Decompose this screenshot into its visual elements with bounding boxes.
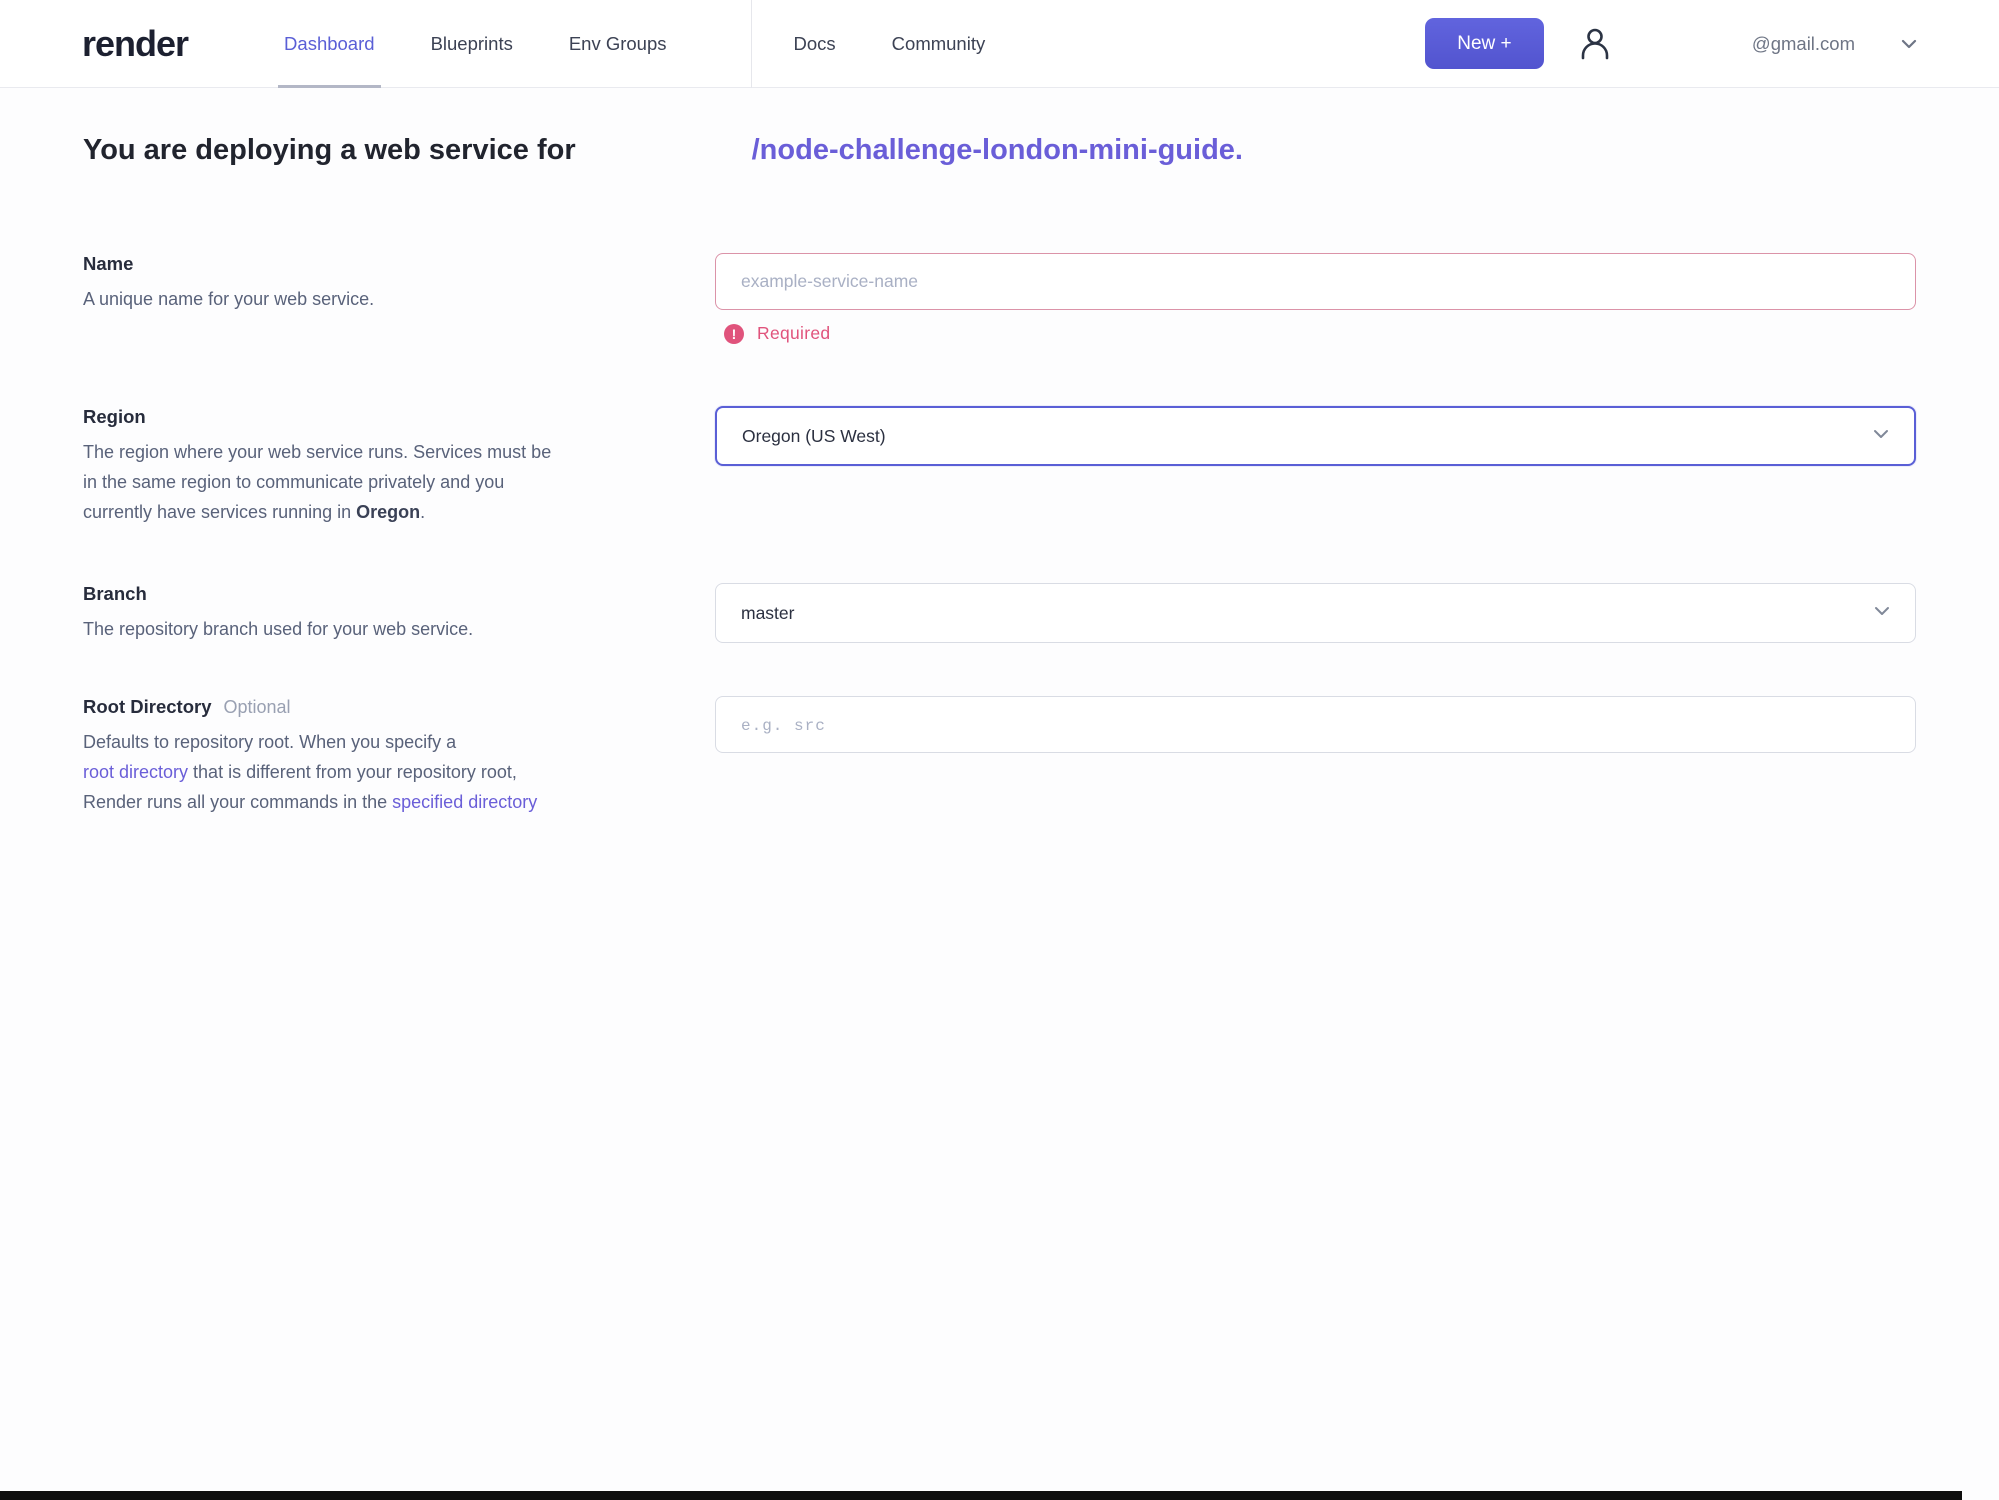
nav-item-dashboard[interactable]: Dashboard	[278, 0, 381, 88]
page-title-prefix: You are deploying a web service for	[83, 134, 576, 166]
nav-divider	[750, 0, 752, 88]
root-directory-label-text: Root Directory	[83, 696, 212, 717]
root-directory-label: Root Directory Optional	[83, 696, 683, 718]
top-navigation-bar: render Dashboard Blueprints Env Groups D…	[0, 0, 1999, 88]
region-description: The region where your web service runs. …	[83, 442, 552, 522]
form-row-region: Region The region where your web service…	[83, 406, 1916, 527]
chevron-down-icon	[1899, 34, 1919, 54]
nav-item-label: Blueprints	[430, 32, 513, 54]
page-title: You are deploying a web service for/node…	[83, 134, 1916, 167]
branch-select-value: master	[741, 602, 795, 623]
form-row-branch: Branch The repository branch used for yo…	[83, 583, 1916, 644]
branch-select[interactable]: master	[715, 583, 1916, 643]
region-select[interactable]: Oregon (US West)	[715, 406, 1916, 466]
screenshot-bottom-artifact	[0, 1491, 1962, 1500]
nav-item-label: Env Groups	[568, 32, 667, 54]
root-directory-description: Defaults to repository root. When you sp…	[83, 732, 538, 812]
form-row-root-directory: Root Directory Optional Defaults to repos…	[83, 696, 1916, 817]
account-email: @gmail.com	[1751, 32, 1855, 54]
emphasis-text: Oregon	[356, 502, 421, 522]
optional-tag: Optional	[223, 697, 291, 717]
region-label: Region	[83, 406, 146, 427]
region-select-value: Oregon (US West)	[742, 425, 886, 446]
root-directory-input[interactable]	[715, 696, 1916, 753]
form-row-name: Name A unique name for your web service.…	[83, 253, 1916, 344]
deploy-web-service-form: Name A unique name for your web service.…	[83, 253, 1916, 817]
chevron-down-icon	[1870, 423, 1892, 450]
nav-right-cluster: New + @gmail.com	[1424, 18, 1919, 69]
primary-nav: Dashboard Blueprints Env Groups Docs Com…	[278, 0, 1041, 88]
nav-item-blueprints[interactable]: Blueprints	[431, 0, 513, 88]
name-label: Name	[83, 253, 134, 274]
inline-doc-link[interactable]: specified directory	[392, 792, 537, 812]
error-icon: !	[724, 323, 744, 344]
chevron-down-icon	[1871, 600, 1893, 627]
nav-item-label: Docs	[793, 32, 836, 54]
nav-item-label: Community	[891, 32, 986, 54]
render-logo[interactable]: render	[82, 23, 189, 65]
user-icon[interactable]	[1576, 25, 1614, 63]
nav-item-label: Dashboard	[284, 32, 375, 54]
new-button[interactable]: New +	[1424, 18, 1544, 69]
name-description: A unique name for your web service.	[83, 289, 375, 309]
nav-item-docs[interactable]: Docs	[794, 0, 836, 88]
repo-link[interactable]: /node-challenge-london-mini-guide.	[752, 134, 1243, 166]
account-menu[interactable]: @gmail.com	[1614, 33, 1919, 55]
branch-description: The repository branch used for your web …	[83, 619, 474, 639]
name-error-text: Required	[757, 323, 831, 343]
inline-doc-link[interactable]: root directory	[83, 762, 188, 782]
service-name-input[interactable]	[715, 253, 1916, 310]
branch-label: Branch	[83, 583, 147, 604]
nav-item-community[interactable]: Community	[892, 0, 986, 88]
name-error: ! Required	[715, 323, 1916, 344]
nav-item-env-groups[interactable]: Env Groups	[569, 0, 667, 88]
